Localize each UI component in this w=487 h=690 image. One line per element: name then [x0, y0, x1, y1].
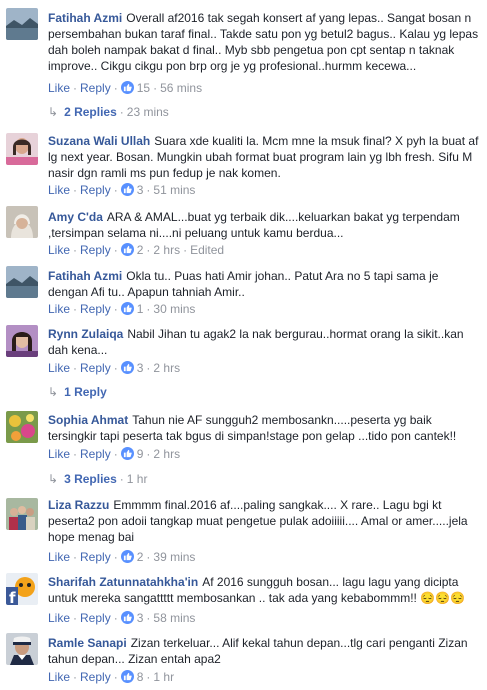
- reply-link[interactable]: Reply: [80, 611, 111, 625]
- like-link[interactable]: Like: [48, 302, 70, 316]
- comment-time[interactable]: 1 hr: [153, 670, 174, 684]
- avatar[interactable]: [6, 633, 38, 665]
- reply-link[interactable]: Reply: [80, 81, 111, 95]
- comment-time[interactable]: 30 mins: [153, 302, 195, 316]
- like-icon: [120, 550, 134, 563]
- replies-row[interactable]: ↳ 2 Replies · 23 mins: [48, 104, 169, 120]
- comment-author[interactable]: Sophia Ahmat: [48, 413, 128, 427]
- like-link[interactable]: Like: [48, 361, 70, 375]
- like-link[interactable]: Like: [48, 447, 70, 461]
- reply-link[interactable]: Reply: [80, 302, 111, 316]
- reply-arrow-icon: ↳: [48, 105, 59, 119]
- like-icon: [120, 670, 134, 683]
- like-icon: [120, 243, 134, 256]
- comment-time[interactable]: 39 mins: [153, 550, 195, 564]
- reply-link[interactable]: Reply: [80, 447, 111, 461]
- like-link[interactable]: Like: [48, 611, 70, 625]
- like-count[interactable]: 8: [137, 670, 144, 684]
- comment-time[interactable]: 2 hrs: [153, 447, 180, 461]
- avatar[interactable]: [6, 8, 38, 40]
- comment-author[interactable]: Fatihah Azmi: [48, 11, 122, 25]
- like-count[interactable]: 15: [137, 81, 150, 95]
- like-count[interactable]: 9: [137, 447, 144, 461]
- like-count[interactable]: 1: [137, 302, 144, 316]
- like-icon: [120, 447, 134, 460]
- reply-link[interactable]: Reply: [80, 183, 111, 197]
- avatar[interactable]: [6, 133, 38, 165]
- avatar[interactable]: [6, 266, 38, 298]
- comment-time[interactable]: 51 mins: [153, 183, 195, 197]
- like-count[interactable]: 2: [137, 550, 144, 564]
- replies-time: 1 hr: [126, 472, 148, 486]
- like-link[interactable]: Like: [48, 81, 70, 95]
- edited-label[interactable]: Edited: [190, 243, 224, 257]
- like-icon: [120, 302, 134, 315]
- like-count[interactable]: 3: [137, 611, 144, 625]
- reply-link[interactable]: Reply: [80, 550, 111, 564]
- reply-link[interactable]: Reply: [80, 670, 111, 684]
- avatar[interactable]: [6, 411, 38, 443]
- comment-author[interactable]: Liza Razzu: [48, 498, 109, 512]
- comment-author[interactable]: Ramle Sanapi: [48, 636, 127, 650]
- like-icon: [120, 183, 134, 196]
- replies-row[interactable]: ↳ 3 Replies · 1 hr: [48, 471, 147, 487]
- like-link[interactable]: Like: [48, 183, 70, 197]
- reply-arrow-icon: ↳: [48, 472, 59, 486]
- comment-time[interactable]: 2 hrs: [153, 243, 180, 257]
- reply-arrow-icon: ↳: [48, 385, 59, 399]
- like-count[interactable]: 2: [137, 243, 144, 257]
- like-link[interactable]: Like: [48, 670, 70, 684]
- view-replies-link[interactable]: 1 Reply: [64, 385, 107, 399]
- avatar[interactable]: f: [6, 573, 38, 605]
- comment-text: Emmmm final.2016 af....paling sangkak...…: [48, 498, 468, 544]
- replies-time: 23 mins: [126, 105, 169, 119]
- avatar[interactable]: [6, 325, 38, 357]
- like-icon: [120, 361, 134, 374]
- avatar[interactable]: [6, 206, 38, 238]
- comment-text: ARA & AMAL...buat yg terbaik dik....kelu…: [48, 210, 460, 240]
- comment-time[interactable]: 2 hrs: [153, 361, 180, 375]
- reply-link[interactable]: Reply: [80, 243, 111, 257]
- avatar[interactable]: [6, 498, 38, 530]
- like-count[interactable]: 3: [137, 183, 144, 197]
- comment-author[interactable]: Suzana Wali Ullah: [48, 134, 150, 148]
- like-link[interactable]: Like: [48, 243, 70, 257]
- svg-text:f: f: [9, 589, 16, 605]
- like-count[interactable]: 3: [137, 361, 144, 375]
- comment-time[interactable]: 56 mins: [160, 81, 202, 95]
- comment-time[interactable]: 58 mins: [153, 611, 195, 625]
- like-icon: [120, 611, 134, 624]
- like-icon: [120, 81, 134, 94]
- comment-author[interactable]: Rynn Zulaiqa: [48, 327, 123, 341]
- reply-link[interactable]: Reply: [80, 361, 111, 375]
- comment-author[interactable]: Amy C'da: [48, 210, 103, 224]
- like-link[interactable]: Like: [48, 550, 70, 564]
- comment-author[interactable]: Fatihah Azmi: [48, 269, 122, 283]
- view-replies-link[interactable]: 2 Replies: [64, 105, 117, 119]
- replies-row[interactable]: ↳ 1 Reply: [48, 384, 107, 400]
- comment-author[interactable]: Sharifah Zatunnatahkha'in: [48, 575, 198, 589]
- view-replies-link[interactable]: 3 Replies: [64, 472, 117, 486]
